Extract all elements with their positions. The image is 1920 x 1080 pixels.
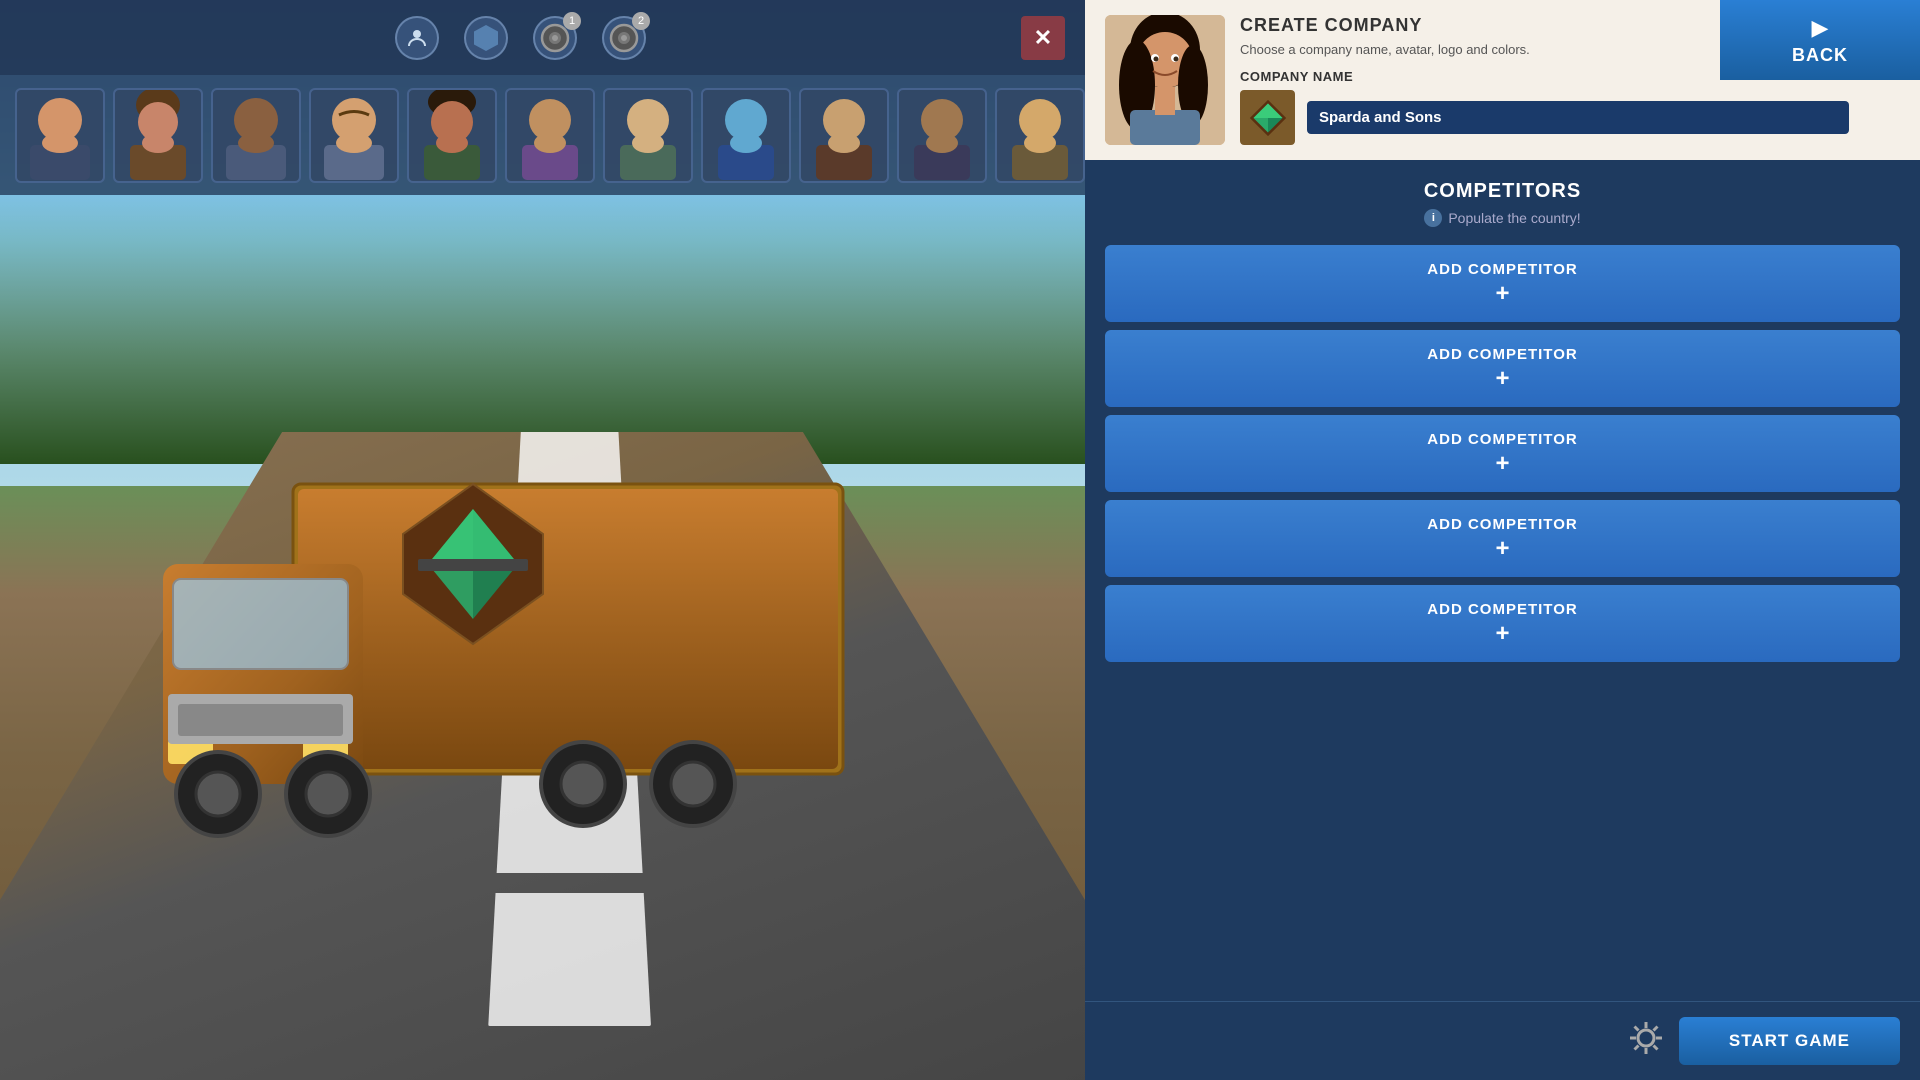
back-label: BACK — [1792, 45, 1848, 66]
truck — [163, 364, 863, 864]
settings-icon[interactable] — [1628, 1020, 1664, 1063]
person-icon — [405, 26, 429, 50]
right-panel: ▶ BACK — [1085, 0, 1920, 1080]
avatar-8[interactable] — [701, 88, 791, 183]
tire1-badge: 1 — [563, 12, 581, 30]
start-game-button[interactable]: START GAME — [1679, 1017, 1900, 1065]
avatar-7[interactable] — [603, 88, 693, 183]
competitors-subtitle-text: Populate the country! — [1448, 210, 1580, 226]
avatar-svg-4 — [314, 90, 394, 180]
avatar-svg-1 — [20, 90, 100, 180]
avatar-svg-7 — [608, 90, 688, 180]
tire2-badge: 2 — [632, 12, 650, 30]
tire1-nav-icon[interactable]: 1 — [533, 16, 577, 60]
road-line — [488, 893, 651, 1027]
company-logo — [1240, 90, 1295, 145]
avatar-10[interactable] — [897, 88, 987, 183]
avatar-face-8 — [703, 90, 789, 181]
add-competitor-label-3: ADD COMPETITOR — [1427, 431, 1577, 448]
competitors-section: COMPETITORS i Populate the country! ADD … — [1085, 160, 1920, 1001]
tire2-nav-icon[interactable]: 2 — [602, 16, 646, 60]
start-game-label: START GAME — [1729, 1031, 1850, 1050]
avatar-face-7 — [605, 90, 691, 181]
add-competitor-label-1: ADD COMPETITOR — [1427, 261, 1577, 278]
avatar-face-1 — [17, 90, 103, 181]
company-logo-box — [1240, 90, 1849, 145]
gear-icon — [1628, 1020, 1664, 1056]
add-competitor-label-4: ADD COMPETITOR — [1427, 516, 1577, 533]
avatar-svg-8 — [706, 90, 786, 180]
add-competitor-label-2: ADD COMPETITOR — [1427, 346, 1577, 363]
person-nav-icon[interactable] — [395, 16, 439, 60]
nav-icons: 1 2 — [20, 16, 1021, 60]
add-competitor-btn-4[interactable]: ADD COMPETITOR + — [1105, 500, 1900, 577]
avatar-4[interactable] — [309, 88, 399, 183]
avatar-6[interactable] — [505, 88, 595, 183]
avatar-1[interactable] — [15, 88, 105, 183]
logo-svg — [1248, 98, 1288, 138]
avatar-11[interactable] — [995, 88, 1085, 183]
add-competitor-plus-4: + — [1495, 537, 1509, 561]
company-name-input[interactable] — [1307, 101, 1849, 134]
avatar-svg-3 — [216, 90, 296, 180]
competitors-header: COMPETITORS i Populate the country! — [1085, 175, 1920, 237]
add-competitor-plus-3: + — [1495, 452, 1509, 476]
info-icon: i — [1424, 209, 1442, 227]
avatar-svg-6 — [510, 90, 590, 180]
add-competitor-btn-2[interactable]: ADD COMPETITOR + — [1105, 330, 1900, 407]
avatar-svg-9 — [804, 90, 884, 180]
hex-nav-icon[interactable] — [464, 16, 508, 60]
character-svg — [1105, 15, 1225, 145]
avatar-face-2 — [115, 90, 201, 181]
avatar-3[interactable] — [211, 88, 301, 183]
competitors-title: COMPETITORS — [1105, 180, 1900, 203]
avatar-face-6 — [507, 90, 593, 181]
avatar-svg-10 — [902, 90, 982, 180]
add-competitor-plus-1: + — [1495, 282, 1509, 306]
avatar-5[interactable] — [407, 88, 497, 183]
top-nav-bar: 1 2 ✕ — [0, 0, 1085, 75]
avatar-svg-5 — [412, 90, 492, 180]
back-arrow-icon: ▶ — [1812, 15, 1829, 41]
company-avatar — [1105, 15, 1225, 145]
add-competitor-btn-3[interactable]: ADD COMPETITOR + — [1105, 415, 1900, 492]
add-competitor-plus-2: + — [1495, 367, 1509, 391]
add-competitor-label-5: ADD COMPETITOR — [1427, 601, 1577, 618]
avatar-face-3 — [213, 90, 299, 181]
avatar-face-5 — [409, 90, 495, 181]
close-icon: ✕ — [1034, 25, 1052, 51]
add-competitor-btn-5[interactable]: ADD COMPETITOR + — [1105, 585, 1900, 662]
close-button[interactable]: ✕ — [1021, 16, 1065, 60]
avatar-face-11 — [997, 90, 1083, 181]
hex-icon — [472, 24, 500, 52]
add-competitor-plus-5: + — [1495, 622, 1509, 646]
avatar-2[interactable] — [113, 88, 203, 183]
add-competitor-btn-1[interactable]: ADD COMPETITOR + — [1105, 245, 1900, 322]
avatar-face-4 — [311, 90, 397, 181]
bottom-bar: START GAME — [1085, 1001, 1920, 1080]
avatar-svg-11 — [1000, 90, 1080, 180]
truck-svg — [163, 364, 863, 864]
avatar-svg-2 — [118, 90, 198, 180]
back-button[interactable]: ▶ BACK — [1720, 0, 1920, 80]
avatar-9[interactable] — [799, 88, 889, 183]
competitors-subtitle: i Populate the country! — [1105, 209, 1900, 227]
avatar-row — [0, 75, 1085, 195]
avatar-face-10 — [899, 90, 985, 181]
avatar-face-9 — [801, 90, 887, 181]
